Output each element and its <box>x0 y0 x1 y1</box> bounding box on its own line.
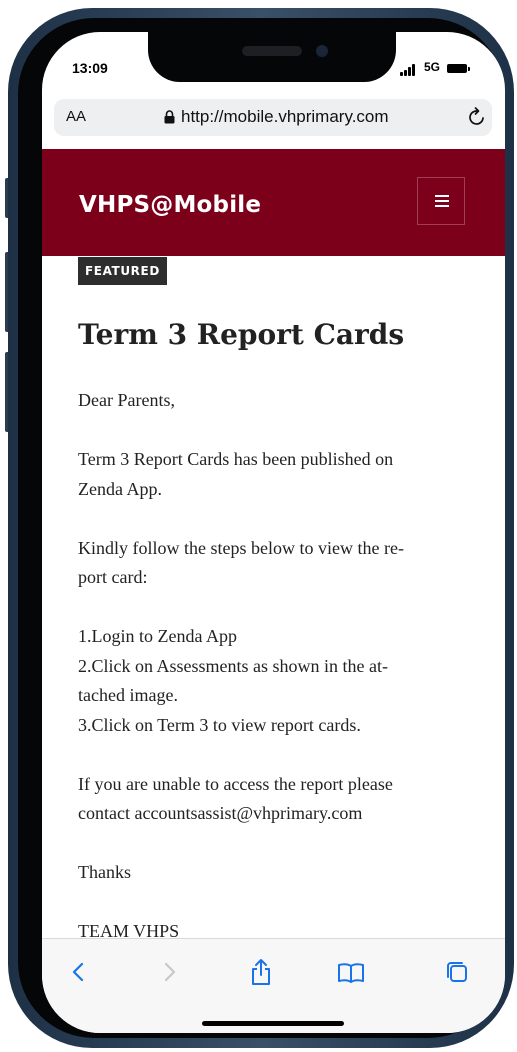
article-title: Term 3 Report Cards <box>78 318 405 351</box>
greeting-text: Dear Parents, <box>78 390 175 410</box>
network-type: 5G <box>424 60 441 74</box>
contact-email-text: contact accountsassist@vhprimary.com <box>78 803 363 823</box>
signal-icon <box>400 64 420 76</box>
phone-screen: 13:09 5G AA http://mobile.vhprimary.com … <box>42 32 505 1033</box>
home-indicator <box>202 1021 344 1026</box>
phone-frame: 13:09 5G AA http://mobile.vhprimary.com … <box>8 8 514 1048</box>
tabs-button[interactable] <box>442 957 472 987</box>
front-camera <box>316 45 328 57</box>
step-2-text: tached image. <box>78 685 178 705</box>
body-line: port card: <box>78 567 148 587</box>
back-button[interactable] <box>64 957 94 987</box>
notch <box>148 32 396 82</box>
lock-icon <box>164 110 175 124</box>
hamburger-icon <box>435 195 449 197</box>
bookmarks-button[interactable] <box>336 957 366 987</box>
tabs-icon <box>447 962 467 982</box>
step-1-text: 1.Login to Zenda App <box>78 626 237 646</box>
body-line: Kindly follow the steps below to view th… <box>78 537 404 558</box>
reader-options-button[interactable]: AA <box>66 108 86 125</box>
bookmarks-icon <box>338 963 364 983</box>
share-button[interactable] <box>246 957 276 987</box>
step-2-text: 2.Click on Assessments as shown in the a… <box>78 655 388 676</box>
back-icon <box>72 962 84 982</box>
body-line: Term 3 Report Cards has been published o… <box>78 449 394 469</box>
article-body: Dear Parents, Term 3 Report Cards has be… <box>78 386 458 947</box>
status-time: 13:09 <box>72 60 108 76</box>
forward-icon <box>164 962 176 982</box>
forward-button[interactable] <box>154 957 184 987</box>
share-icon <box>252 959 270 985</box>
body-line: Zenda App. <box>78 478 162 499</box>
thanks-text: Thanks <box>78 862 131 882</box>
site-title-link[interactable]: VHPS@Mobile <box>79 192 261 218</box>
battery-icon <box>447 64 470 73</box>
body-line: If you are unable to access the report p… <box>78 773 393 794</box>
step-3-text: 3.Click on Term 3 to view report cards. <box>78 714 361 735</box>
address-bar[interactable]: AA http://mobile.vhprimary.com <box>54 99 492 136</box>
speaker-grille <box>242 46 302 56</box>
url-text[interactable]: http://mobile.vhprimary.com <box>181 107 389 127</box>
site-header: VHPS@Mobile <box>42 149 505 256</box>
menu-toggle-button[interactable] <box>417 177 465 225</box>
featured-badge: FEATURED <box>78 257 167 285</box>
bottom-toolbar <box>42 938 505 1033</box>
reload-icon[interactable] <box>466 106 488 128</box>
